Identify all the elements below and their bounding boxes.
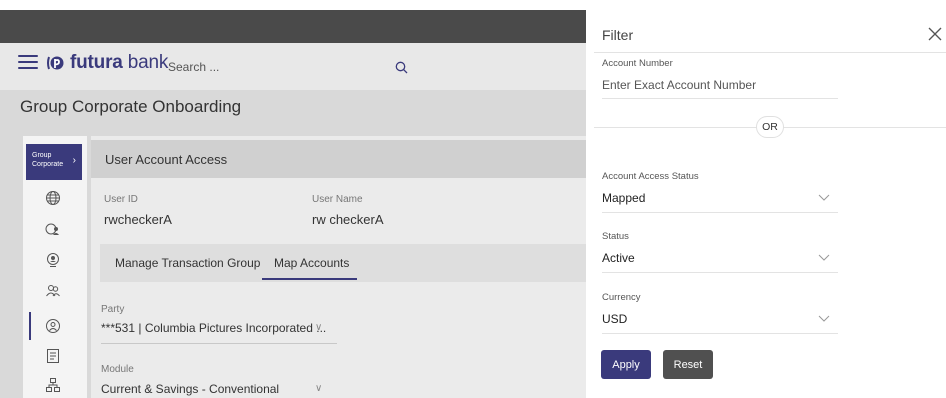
status-select[interactable]: Active — [602, 249, 838, 273]
brand-logo[interactable]: futura bank — [46, 52, 168, 74]
status-label: Status — [602, 231, 629, 242]
chevron-down-icon: ∨ — [315, 322, 323, 333]
chevron-right-icon: › — [72, 155, 76, 166]
party-underline — [101, 343, 337, 344]
user-badge-icon[interactable] — [44, 251, 62, 269]
currency-select[interactable]: USD — [602, 310, 838, 334]
account-number-input[interactable] — [602, 76, 836, 94]
chevron-down-icon — [818, 254, 830, 261]
currency-value: USD — [602, 312, 628, 326]
chevron-down-icon — [818, 315, 830, 322]
chevron-down-icon: ∨ — [315, 383, 323, 394]
search-bar[interactable] — [168, 57, 408, 77]
currency-underline — [602, 333, 838, 334]
status-underline — [602, 272, 838, 273]
hamburger-menu-icon[interactable] — [18, 55, 38, 69]
party-select[interactable]: ***531 | Columbia Pictures Incorporated … — [101, 321, 326, 335]
sidenav-selected-indicator — [29, 312, 31, 340]
apply-button[interactable]: Apply — [601, 350, 651, 379]
user-id-label: User ID — [104, 194, 138, 205]
account-access-status-label: Account Access Status — [602, 171, 699, 182]
globe-icon[interactable] — [44, 189, 62, 207]
currency-label: Currency — [602, 292, 641, 303]
card-title: User Account Access — [105, 152, 228, 167]
tab-manage-transaction-group[interactable]: Manage Transaction Group — [115, 256, 260, 270]
module-select[interactable]: Current & Savings - Conventional — [101, 382, 279, 396]
filter-title-divider — [594, 52, 946, 53]
party-label: Party — [101, 304, 125, 315]
account-access-status-select[interactable]: Mapped — [602, 189, 838, 213]
bank-logo-icon — [47, 56, 64, 70]
or-separator: OR — [756, 116, 784, 138]
search-input[interactable] — [168, 60, 368, 74]
search-icon[interactable] — [395, 61, 408, 74]
network-icon[interactable] — [44, 376, 62, 394]
account-access-status-value: Mapped — [602, 191, 646, 205]
card-header: User Account Access — [91, 140, 600, 178]
user-name-value: rw checkerA — [312, 212, 384, 227]
tab-map-accounts[interactable]: Map Accounts — [274, 256, 349, 270]
chevron-down-icon — [818, 194, 830, 201]
account-number-label: Account Number — [602, 58, 673, 69]
reset-button[interactable]: Reset — [663, 350, 713, 379]
page-title: Group Corporate Onboarding — [20, 97, 242, 116]
document-list-icon[interactable] — [44, 347, 62, 365]
status-value: Active — [602, 251, 635, 265]
user-settings-icon[interactable] — [44, 317, 62, 335]
top-strip — [0, 0, 946, 10]
user-name-label: User Name — [312, 194, 363, 205]
top-dark-band — [0, 10, 600, 43]
users-group-icon[interactable] — [44, 282, 62, 300]
brand-name: futura bank — [70, 52, 169, 73]
close-icon[interactable] — [928, 27, 942, 41]
module-label: Module — [101, 364, 134, 375]
filter-title: Filter — [602, 27, 634, 43]
sidenav-item-group-corporate[interactable]: Group Corporate › — [26, 144, 82, 180]
account-number-underline — [602, 98, 838, 99]
users-globe-icon[interactable] — [44, 220, 62, 238]
active-tab-indicator — [262, 278, 357, 280]
access-status-underline — [602, 212, 838, 213]
user-id-value: rwcheckerA — [104, 212, 172, 227]
